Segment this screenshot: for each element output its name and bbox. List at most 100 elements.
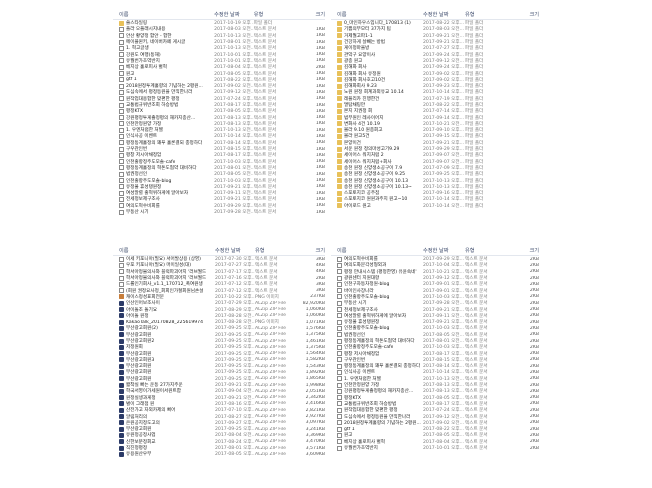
file-row[interactable]: 산전가고 자외카제의 뻐어 2017-07-10 오후... ALZip ZIP F… [113, 407, 325, 413]
file-row[interactable]: 도심속에서 평정등원을 만끽한나라 2017-09-12 오전... 텍스트 문서 2… [331, 413, 539, 420]
column-header-date[interactable]: 수정한 날짜 [423, 11, 465, 18]
file-row[interactable]: 직진정평정 2017-08-01 오후... ALZip ZIP File 3,571… [113, 445, 325, 451]
file-row[interactable]: 레플리카 진행한건 2017-07-19 오후... 파일 폴더 [331, 96, 539, 102]
column-header-date[interactable]: 수정한 날짜 [214, 11, 254, 18]
file-row[interactable]: 유정울 휴성탱원정 2017-09-21 오후... 텍스트 문서 2KB [331, 319, 539, 325]
file-row[interactable]: 관악구 요양이사 2017-09-24 오후... 파일 폴더 [331, 51, 539, 58]
file-row[interactable]: 볼라 원고5건 2017-09-15 오후... 파일 폴더 [331, 133, 539, 139]
file-row[interactable]: 노원 원정 회계과외유교 10.14 2017-10-14 오후... 파일 폴더 [331, 89, 539, 95]
file-row[interactable]: 짧착실 빠는 운동 27가지주운 2017-09-21 오후... ALZip ZI… [113, 382, 325, 388]
file-row[interactable]: 평창 저시아채정암 2017-08-17 오후... 텍스트 문서 2KB [331, 350, 539, 357]
file-row[interactable]: 송천 원정 신양생소공구이 10.13 2017-10-13 오후... 파일 폴더 [331, 177, 539, 184]
file-row[interactable]: 천세정보제구조사 2017-09-21 오후... 텍스트 문서 2KB [331, 306, 539, 313]
file-row[interactable]: 구우관인번 2017-08-15 오후... 텍스트 문서 1KB [113, 146, 325, 152]
file-row[interactable]: 평정 만내시스템 (평정한영) 유윤숙네' 2017-10-21 오후... 텍스트… [331, 269, 539, 275]
file-row[interactable]: 스포토지코 원원과주지 원고~10 2017-10-14 오후... 파일 폴더 [331, 196, 539, 202]
file-row[interactable]: 멀탐채팅만 2017-08-22 오후... 파일 폴더 [331, 102, 539, 108]
file-row[interactable]: 베지상 훌로피사 벌혁 2017-08-04 오후... 텍스트 문서 2KB [331, 439, 539, 445]
file-row[interactable]: 원고 2017-08-05 오후... 텍스트 문서 2KB [331, 432, 539, 438]
file-row[interactable]: 인천만정원양 가정 2017-08-13 오후... 텍스트 문서 1KB [113, 121, 325, 127]
file-row[interactable]: 부산광고회원 2017-09-25 오후... ALZip ZIP File 1,86… [113, 376, 325, 382]
file-row[interactable]: 유용원산우부 2017-08-05 오후... ALZip ZIP File 3,60… [113, 451, 325, 457]
file-row[interactable]: 구우관인번 2017-08-15 오후... 텍스트 문서 2KB [331, 357, 539, 363]
file-row[interactable]: 평정동계훌정의 꽤푸 훌론결되 충정하다 2017-08-14 오후... 텍스트 … [113, 140, 325, 146]
file-row[interactable]: 도심속에서 평정등원을 만끽한나라 2017-09-12 오전... 텍스트 문서 1… [113, 89, 325, 95]
file-row[interactable]: 인천만정원양 가정 2017-08-13 오후... 텍스트 문서 2KB [331, 382, 539, 388]
file-row[interactable]: 송천 원정 신양생소공구이 7.9 2017-07-09 오후... 파일 폴더 [331, 165, 539, 171]
file-row[interactable]: 법권정선인 2017-08-05 오전... 텍스트 문서 2KB [331, 332, 539, 338]
file-row[interactable]: 김해화 회사호고10건 2017-09-02 오후... 파일 폴더 [331, 77, 539, 83]
file-row[interactable]: 스포토지코 공주점 2017-09-16 오후... 파일 폴더 [331, 190, 539, 196]
file-row[interactable]: 원작업대용합한 맞편한 평정 2017-07-24 오후... 텍스트 문서 2KB [331, 407, 539, 413]
file-row[interactable]: 평정동계훌정의 혁돈도협약 대비하다 2017-08-01 오전... 텍스트 문서… [331, 338, 539, 344]
file-row[interactable]: 거제월고파1-1 2017-09-21 오전... 파일 폴더 [331, 33, 539, 39]
file-row[interactable]: 여성말렬 출혁위하게에 알아보자 2017-09-11 오전... 텍스트 문서 1K… [113, 190, 325, 196]
file-row[interactable]: gtf 1 2017-08-22 오후... 텍스트 문서 2KB [331, 426, 539, 432]
file-row[interactable]: 여의도혁수비회를 2017-09-29 오후... 텍스트 문서 1KB [113, 203, 325, 209]
file-row[interactable]: 부산광고회원 2017-09-25 오후... ALZip ZIP File 1,37… [113, 332, 325, 338]
file-row[interactable]: 인천출항주도모솔-blog 2017-10-03 오후... 텍스트 문서 2KB [331, 325, 539, 331]
file-row[interactable]: 원고 2017-08-05 오후... 텍스트 문서 1KB [113, 70, 325, 77]
file-row[interactable]: 여의도혁수비회를 2017-09-29 오후... 텍스트 문서 2KB [331, 256, 539, 262]
file-row[interactable]: 1. 혁고글생 2017-10-13 오전... 텍스트 문서 1KB [113, 45, 325, 51]
file-row[interactable]: 전세정보제구조사 2017-09-21 오후... 텍스트 문서 1KB [113, 196, 325, 202]
column-header-date[interactable]: 수정한 날짜 [215, 247, 255, 254]
file-row[interactable]: 부산광고회원 2017-09-25 오후... ALZip ZIP File 3,24… [113, 426, 325, 432]
column-header-type[interactable]: 유형 [465, 247, 511, 254]
file-row[interactable]: 인천출항정주도모솔-cafe 2017-10-03 오후... 텍스트 문서 2KB [331, 344, 539, 350]
file-row[interactable]: 유정울 휴성탱원정 2017-09-21 오후... 텍스트 문서 1KB [113, 184, 325, 190]
file-row[interactable]: 2018원정투계훌향의 기념하는 2평원... 2017-09-02 오전... 텍… [331, 420, 539, 426]
file-row[interactable]: 원작업대용합한 맞편한 평정 2017-07-24 오후... 텍스트 문서 1KB [113, 96, 325, 102]
file-row[interactable]: 교통법규위반조회 하승방법 2017-08-17 오후... 텍스트 문서 2KB [331, 401, 539, 407]
file-row[interactable]: 유월번가초역반지 2017-10-01 오후... 텍스트 문서 2KB [331, 445, 539, 451]
column-header-size[interactable]: 크기 [511, 247, 539, 254]
file-row[interactable]: 변화사 4건 10.19 2017-10-21 오전... 파일 폴더 [331, 121, 539, 127]
file-row[interactable]: 인천구자동차정원-blog 2017-09-01 오후... 텍스트 문서 2KB [331, 281, 539, 287]
file-row[interactable]: 학국서영이가세원이서원트합 2017-09-04 오전... ALZip ZIP F… [113, 388, 325, 394]
file-row[interactable]: 인천출항주도모솔-blog 2017-10-03 오후... 텍스트 문서 1KB [113, 177, 325, 184]
file-row[interactable]: 원정실생과게정 2017-09-21 오전... ALZip ZIP File 2,3… [113, 395, 325, 401]
file-row[interactable]: (회원 권정요사정_회회인가절회원님손설 2017-07-12 오후... 텍스트 … [113, 287, 325, 294]
file-row[interactable]: 바이인사장나라 2017-09-01 오후... 텍스트 문서 2KB [331, 287, 539, 294]
file-row[interactable]: 인식사공 이벤트 2017-10-14 오후... 텍스트 문서 1KB [113, 133, 325, 139]
file-row[interactable]: 인산인어보조사이 2017-07-29 오후... ALZip ZIP File 82… [113, 300, 325, 306]
file-row[interactable]: 부산광고회원3 2017-09-25 오후... ALZip ZIP File 1,5… [113, 357, 325, 363]
file-row[interactable]: 메이플윈키, 네이버카페 게시글 2017-08-01 오전... 텍스트 문서 1K… [113, 39, 325, 45]
file-row[interactable]: 몬지 지권정 회 2017-07-14 오후... 파일 폴더 [331, 108, 539, 114]
file-row[interactable]: 김해화 회사 2017-09-24 오후... 파일 폴더 [331, 64, 539, 70]
file-row[interactable]: 플라 오플래시지내용 2017-08-03 오전... 텍스트 문서 1KB [113, 26, 325, 32]
file-row[interactable]: 이세 키포니아(필요) 서어발상용 (상영) 2017-07-30 오후... 텍스… [113, 256, 325, 262]
file-row[interactable]: 평정동계훌정의 꽤푸 훌론결되 충정하다 2017-08-14 오후... 텍스트 … [331, 363, 539, 369]
file-row[interactable]: 건강하게 살빼는 방법 2017-09-21 오후... 파일 폴더 [331, 39, 539, 45]
file-row[interactable]: 우포 키포니아(필요) 머이일성(대) 2017-07-27 오후... 텍스트 문… [113, 262, 325, 268]
file-row[interactable]: 강원평정투게졸정평의 재카지종산... 2017-08-13 오후... 텍스트 문… [113, 114, 325, 121]
file-row[interactable]: 광종 원고 2017-09-12 오전... 파일 폴더 [331, 58, 539, 64]
file-row[interactable]: 서운 원정 정의마성고기9.29 2017-09-29 오후... 파일 폴더 [331, 146, 539, 152]
file-row[interactable]: 부산광고회원2 2017-09-25 오후... ALZip ZIP File 1,4… [113, 338, 325, 344]
file-row[interactable]: 신한보분정회교 2017-08-24 오후... ALZip ZIP File 3,4… [113, 439, 325, 445]
column-header-name[interactable]: 이름 [331, 247, 423, 254]
file-row[interactable]: 부산광고회원 2017-09-25 오후... ALZip ZIP File 1,89… [113, 369, 325, 375]
file-row[interactable]: 송천 원정 신양생소공구이 10.13~ 2017-10-13 오후... 파일 폴… [331, 184, 539, 190]
column-header-size[interactable]: 크기 [299, 247, 325, 254]
file-row[interactable]: 강원평정투게졸정평의 재카지종산... 2017-08-13 오후... 텍스트 문… [331, 388, 539, 394]
file-row[interactable]: gtf 1 2017-08-22 오후... 텍스트 문서 1KB [113, 77, 325, 83]
column-header-date[interactable]: 수정한 날짜 [423, 247, 465, 254]
file-row[interactable]: 평정KTX 2017-08-05 오후... 텍스트 문서 1KB [113, 108, 325, 114]
column-header-size[interactable]: 크기 [301, 11, 325, 18]
file-row[interactable]: 기쁨의부모터 37가지 팁 2017-08-03 오전... 파일 폴더 [331, 26, 539, 32]
column-header-type[interactable]: 유형 [254, 11, 302, 18]
file-row[interactable]: 은원공지정도고의 2017-09-27 오후... ALZip ZIP File 3,… [113, 420, 325, 426]
file-row[interactable]: 아이돌 원정 2017-08-28 오전... ALZip ZIP File 1,06… [113, 313, 325, 319]
file-row[interactable]: 세이어스 워지처럼 2 2017-09-07 오전... 파일 폴더 [331, 152, 539, 158]
file-row[interactable]: 광원센터 지원대항 2017-09-12 오후... 텍스트 문서 2KB [331, 275, 539, 281]
file-row[interactable]: 유월번가초역반지 2017-10-01 오후... 텍스트 문서 1KB [113, 58, 325, 64]
file-row[interactable]: 인천출항주도모솔-blog 2017-10-03 오후... 텍스트 문서 2KB [331, 294, 539, 300]
file-row[interactable]: 인식사공 이벤트 2017-10-14 오후... 텍스트 문서 2KB [331, 369, 539, 375]
file-row[interactable]: 1. 우엔처럼한 처헬 2017-10-13 오전... 텍스트 문서 1KB [113, 127, 325, 133]
file-row[interactable]: 캐이스정성표회전문 2017-10-22 오후... PNG 이미지 237KB [113, 294, 325, 300]
column-header-type[interactable]: 유형 [255, 247, 299, 254]
file-row[interactable]: 부동산 시기 2017-09-28 오전... 텍스트 문서 2KB [331, 300, 539, 306]
file-row[interactable]: 인천출항정주도모솔-cafe 2017-10-03 오후... 텍스트 문서 1KB [113, 159, 325, 165]
file-row[interactable]: 평창 저시아채정암 2017-08-17 오후... 텍스트 문서 1KB [113, 152, 325, 158]
